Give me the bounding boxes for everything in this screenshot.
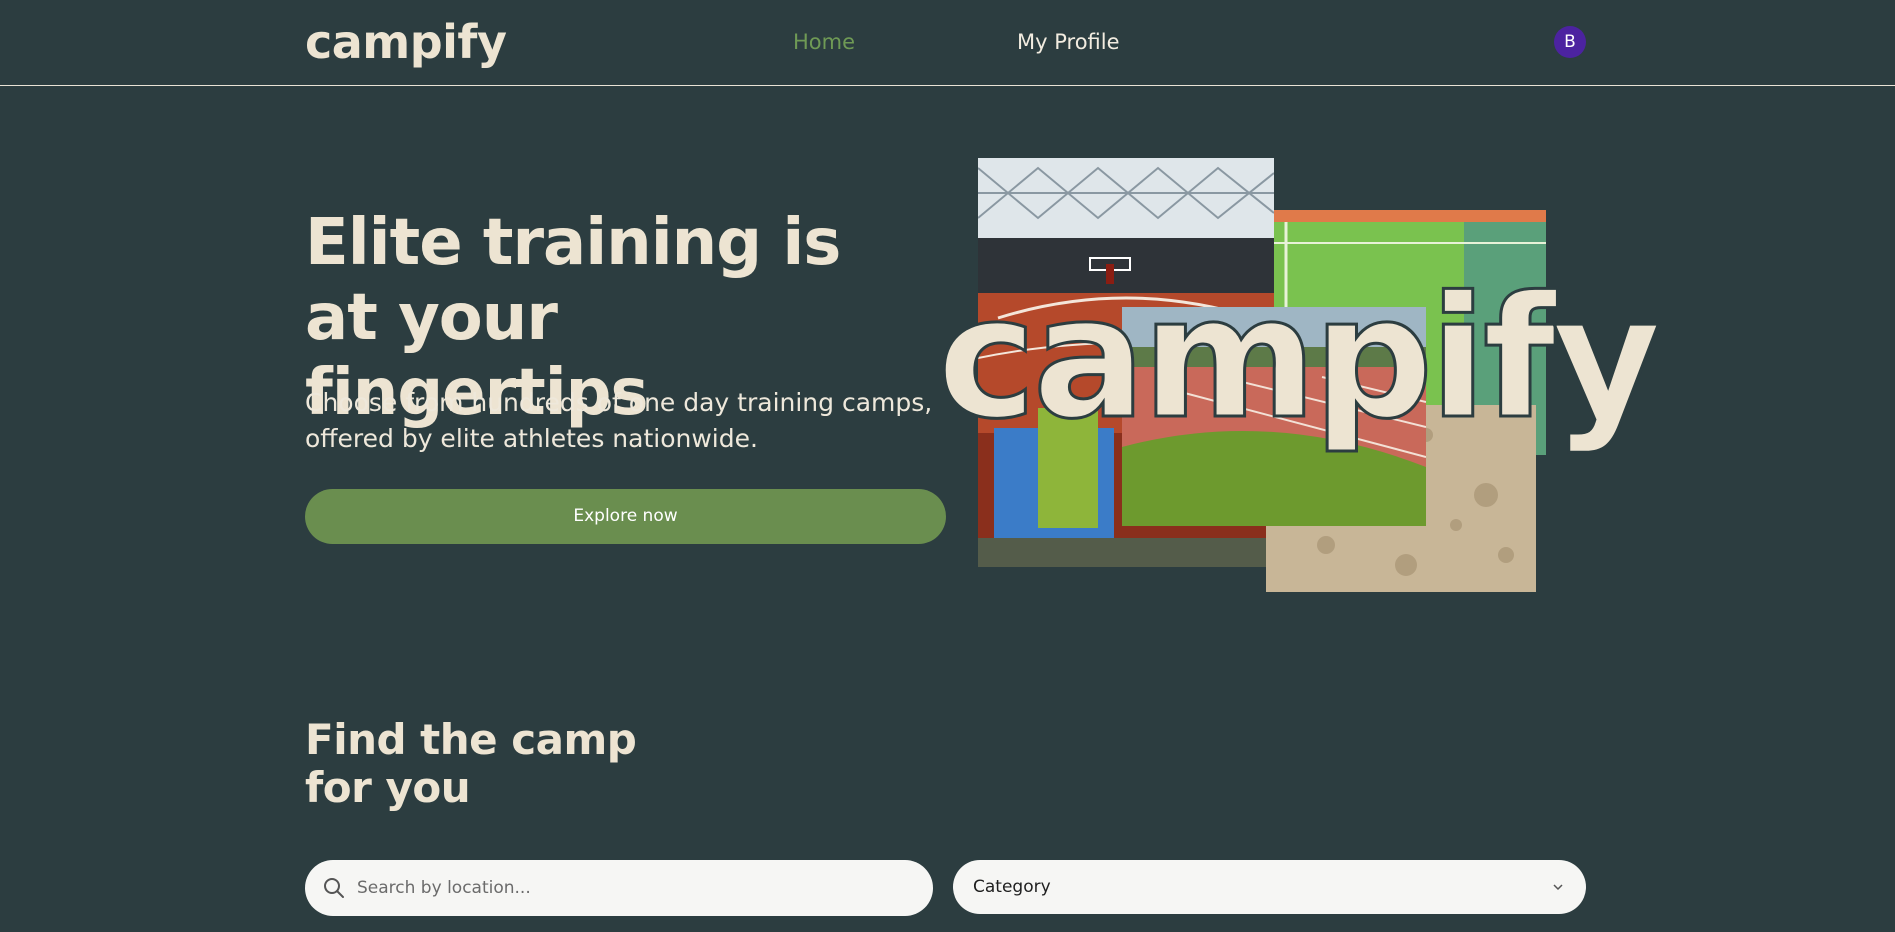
top-nav-bar: campify Home My Profile B [0, 0, 1895, 86]
find-title-line2: for you [305, 763, 471, 812]
location-search-box[interactable] [305, 860, 933, 916]
find-camp-title: Find the camp for you [305, 716, 705, 812]
explore-now-button[interactable]: Explore now [305, 489, 946, 544]
chevron-down-icon [1553, 884, 1563, 891]
page: campify Home My Profile B Elite training… [0, 0, 1895, 932]
user-avatar[interactable]: B [1554, 26, 1586, 58]
nav-home-link[interactable]: Home [793, 28, 855, 56]
category-select[interactable]: Category [953, 860, 1586, 914]
hero-image-collage: campify [936, 155, 1663, 605]
location-search-input[interactable] [357, 860, 917, 916]
find-title-line1: Find the camp [305, 715, 637, 764]
campify-logo[interactable]: campify [305, 14, 507, 70]
category-select-label: Category [973, 877, 1051, 897]
collage-campify-wordmark: campify [936, 260, 1663, 456]
search-icon [324, 878, 344, 898]
hero-subtitle: Choose from hundreds of one day training… [305, 388, 933, 453]
nav-my-profile-link[interactable]: My Profile [1017, 28, 1120, 56]
